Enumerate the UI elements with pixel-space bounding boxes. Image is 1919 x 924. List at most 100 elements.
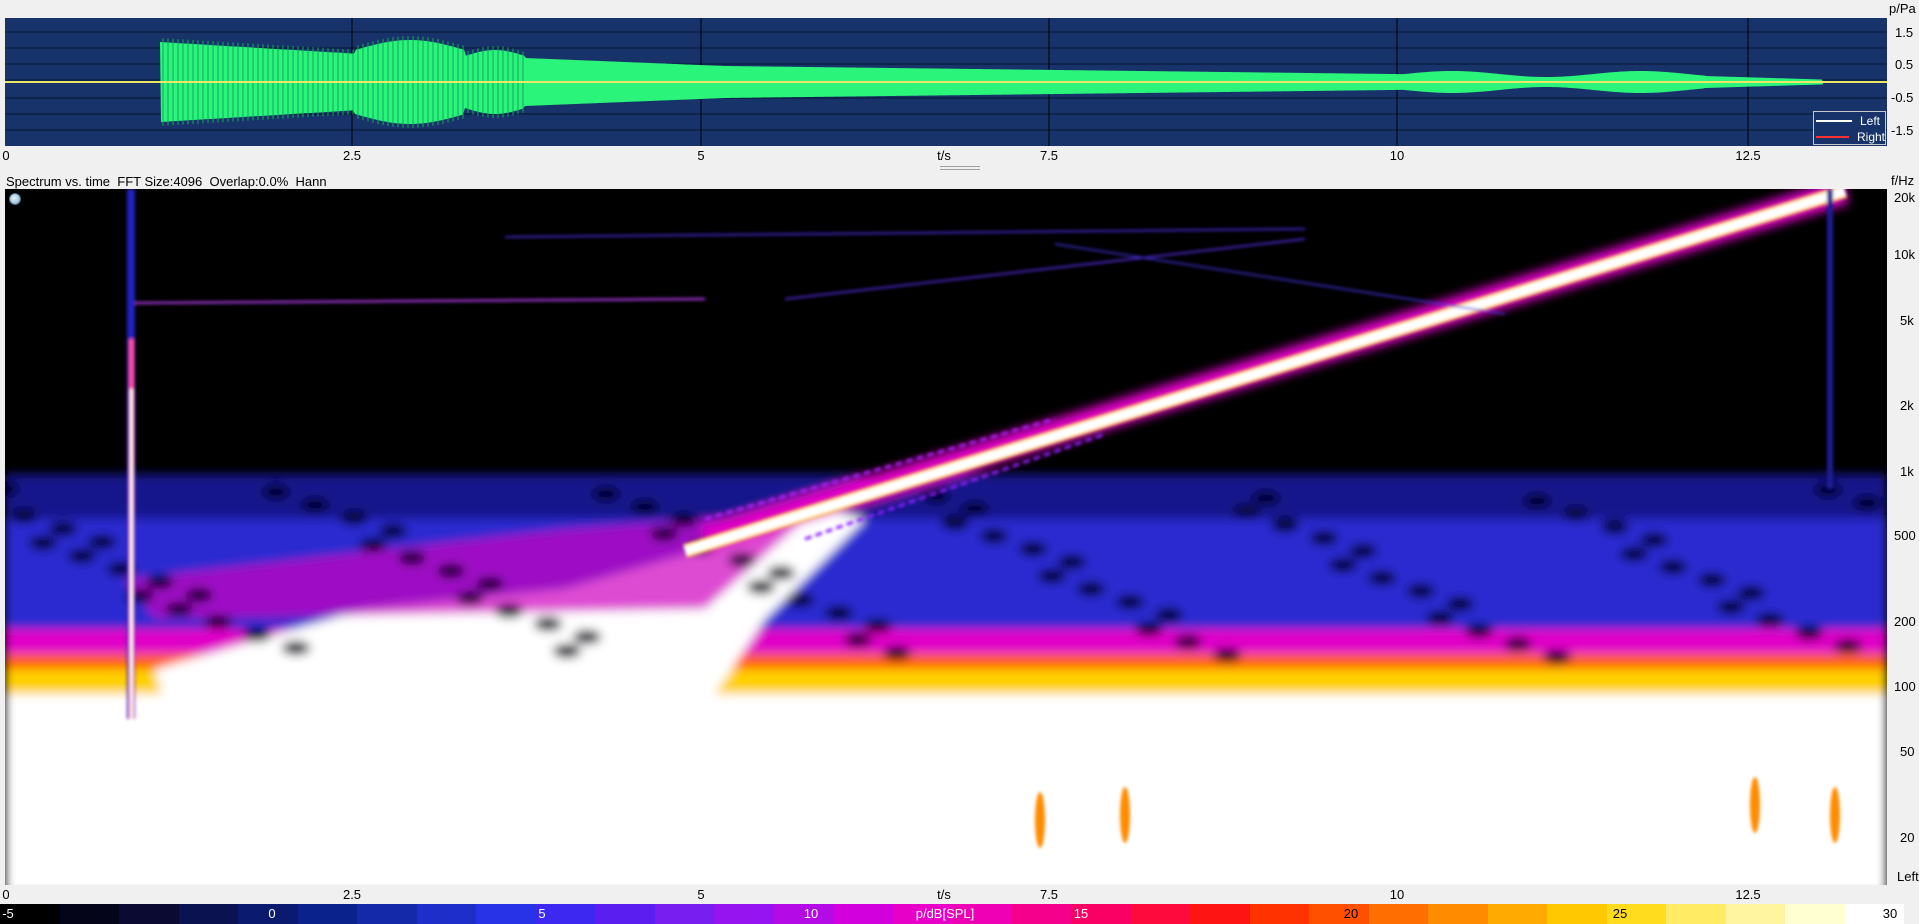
- noise-speckle: [1174, 635, 1202, 649]
- colorbar-segment: [416, 904, 476, 924]
- spectrogram-plot[interactable]: [5, 189, 1887, 885]
- noise-speckle: [1232, 505, 1260, 519]
- hf-tone-line: [1054, 243, 1506, 315]
- noise-speckle: [670, 513, 698, 527]
- spectrogram-y-tick: 1k: [1900, 464, 1914, 479]
- hf-tone-line: [504, 228, 1306, 238]
- spectrogram-x-tick: 2.5: [342, 887, 362, 902]
- colorbar-segment: [1368, 904, 1428, 924]
- spectrogram-x-tick: 0: [2, 887, 10, 902]
- noise-speckle: [1271, 518, 1299, 532]
- noise-speckle: [825, 606, 853, 620]
- waveform-x-tick: 7.5: [1039, 148, 1059, 163]
- spectrogram-x-unit-label: t/s: [937, 887, 951, 902]
- noise-speckle: [456, 591, 484, 605]
- noise-speckle: [1465, 624, 1493, 638]
- colorbar-tick: 20: [1343, 906, 1359, 921]
- spectrogram-y-tick: 10k: [1894, 247, 1915, 262]
- colorbar-tick: 0: [268, 906, 276, 921]
- noise-speckle: [88, 535, 116, 549]
- noise-speckle: [1834, 639, 1862, 653]
- legend-label-left: Left: [1860, 113, 1881, 128]
- noise-speckle: [747, 580, 775, 594]
- noise-speckle: [340, 511, 368, 525]
- waveform-x-unit-label: t/s: [937, 148, 951, 163]
- waveform-y-tick: -0.5: [1891, 90, 1914, 105]
- noise-speckle: [29, 536, 57, 550]
- noise-speckle: [1698, 573, 1726, 587]
- spectrogram-y-tick: 50: [1900, 744, 1915, 759]
- colorbar-segment: [178, 904, 238, 924]
- settings-circle-icon[interactable]: [9, 193, 21, 205]
- waveform-plot[interactable]: [5, 18, 1887, 146]
- noise-speckle: [10, 509, 38, 523]
- noise-speckle: [1562, 507, 1590, 521]
- colorbar-segment: [357, 904, 417, 924]
- colorbar-segment: [59, 904, 119, 924]
- noise-speckle: [1756, 613, 1784, 627]
- noise-speckle: [1717, 600, 1745, 614]
- colorbar-segment: [119, 904, 179, 924]
- lf-burst: [1035, 792, 1045, 848]
- colorbar-segment: [1249, 904, 1309, 924]
- colorbar-segment: [1487, 904, 1547, 924]
- colorbar-segment: [1666, 904, 1726, 924]
- spectrogram-y-tick: 100: [1894, 679, 1916, 694]
- noise-speckle: [1213, 648, 1241, 662]
- noise-speckle: [1252, 491, 1280, 505]
- spectrogram-energy-layer: [5, 189, 1887, 885]
- waveform-svg: [5, 18, 1887, 146]
- spectrogram-x-tick: 7.5: [1039, 887, 1059, 902]
- noise-speckle: [1426, 611, 1454, 625]
- noise-speckle: [941, 516, 969, 530]
- waveform-legend: Left Right: [1813, 111, 1886, 145]
- spectrogram-y-tick: 200: [1894, 614, 1916, 629]
- noise-speckle: [379, 524, 407, 538]
- noise-speckle: [1349, 544, 1377, 558]
- noise-speckle: [1523, 494, 1551, 508]
- noise-speckle: [883, 646, 911, 660]
- noise-speckle: [844, 633, 872, 647]
- noise-speckle: [864, 619, 892, 633]
- noise-speckle: [1795, 626, 1823, 640]
- colorbar-segment: [297, 904, 357, 924]
- noise-speckle: [961, 502, 989, 516]
- waveform-y-tick: 0.5: [1895, 57, 1914, 72]
- colorbar-segment: [1428, 904, 1488, 924]
- noise-speckle: [592, 487, 620, 501]
- spectrogram-y-tick: 500: [1894, 528, 1916, 543]
- noise-speckle: [767, 566, 795, 580]
- colorbar-segment: [595, 904, 655, 924]
- noise-speckle: [1038, 569, 1066, 583]
- colorbar-unit-label: p/dB[SPL]: [915, 906, 975, 921]
- noise-speckle: [1058, 555, 1086, 569]
- colorbar-tick: 5: [538, 906, 546, 921]
- waveform-x-tick: 5: [697, 148, 705, 163]
- spectrogram-x-tick: 10: [1389, 887, 1405, 902]
- colorbar-segment: [1547, 904, 1607, 924]
- noise-speckle: [1620, 547, 1648, 561]
- noise-speckle: [398, 551, 426, 565]
- noise-speckle: [185, 588, 213, 602]
- waveform-x-tick: 2.5: [342, 148, 362, 163]
- spectrogram-y-tick: 2k: [1900, 398, 1914, 413]
- noise-speckle: [1116, 595, 1144, 609]
- lf-burst: [1120, 787, 1130, 843]
- noise-speckle: [1077, 582, 1105, 596]
- noise-speckle: [301, 498, 329, 512]
- spectrogram-header: Spectrum vs. time FFT Size:4096 Overlap:…: [6, 174, 327, 189]
- colorbar-segment: [1309, 904, 1369, 924]
- waveform-y-tick: 1.5: [1895, 25, 1914, 40]
- noise-speckle: [1737, 586, 1765, 600]
- legend-item-left: Left: [1816, 113, 1885, 128]
- noise-speckle: [146, 575, 174, 589]
- lf-burst: [1750, 777, 1760, 833]
- colorbar-segment: [714, 904, 774, 924]
- legend-swatch-left: [1816, 119, 1852, 122]
- spectrogram-svg: [5, 189, 1887, 885]
- pane-splitter-handle[interactable]: [940, 166, 980, 172]
- colorbar-segment: [1190, 904, 1250, 924]
- legend-label-right: Right: [1856, 129, 1885, 144]
- noise-speckle: [631, 500, 659, 514]
- colorbar-tick: 15: [1073, 906, 1089, 921]
